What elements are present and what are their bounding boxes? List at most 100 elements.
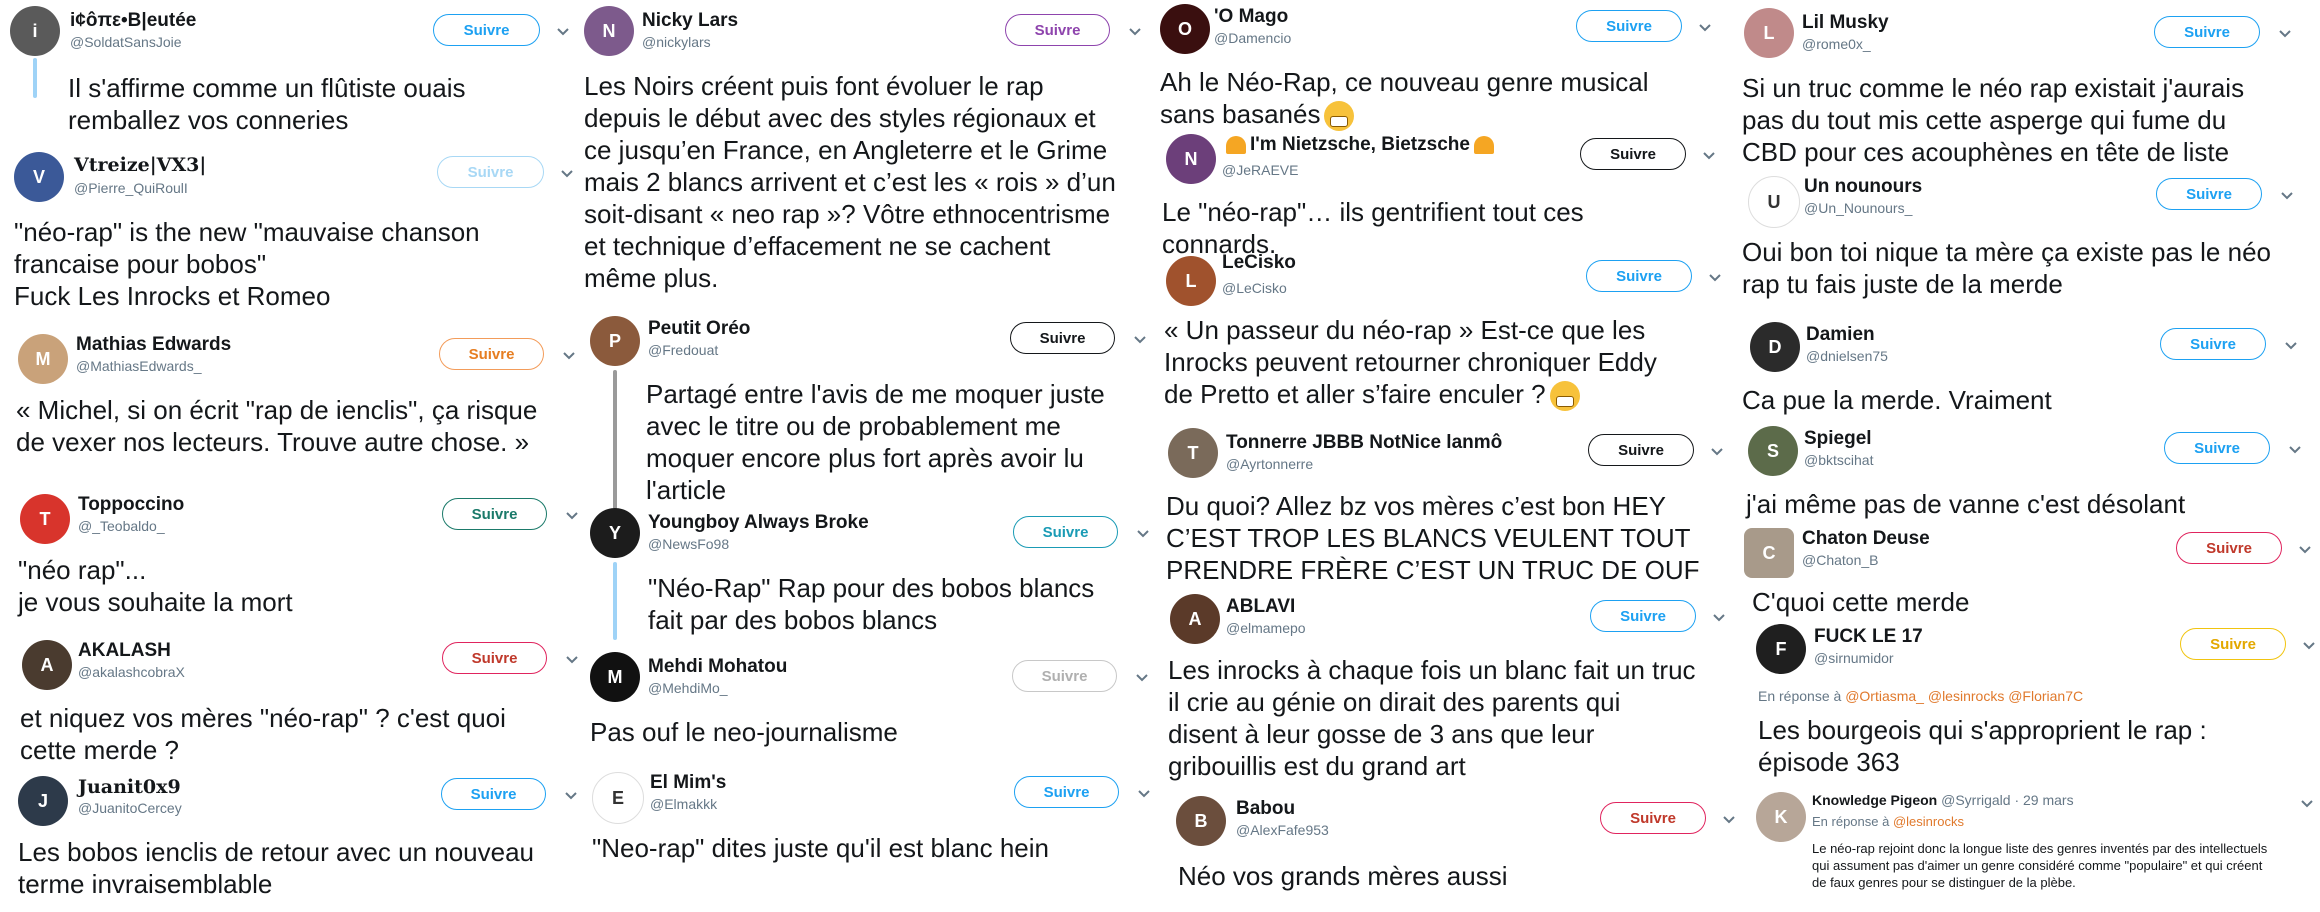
- author-handle[interactable]: @Elmakkk: [650, 796, 717, 812]
- author-name[interactable]: Mehdi Mohatou: [648, 656, 787, 678]
- chevron-down-icon[interactable]: [2298, 794, 2316, 812]
- chevron-down-icon[interactable]: [2286, 440, 2304, 458]
- follow-button[interactable]: Suivre: [2160, 328, 2266, 360]
- author-name[interactable]: El Mim's: [650, 772, 726, 794]
- author-handle[interactable]: @Un_Nounours_: [1804, 200, 1912, 216]
- author-name[interactable]: Toppoccino: [78, 494, 184, 516]
- follow-button[interactable]: Suivre: [1005, 14, 1110, 46]
- chevron-down-icon[interactable]: [562, 786, 580, 804]
- follow-button[interactable]: Suivre: [1014, 776, 1119, 808]
- author-name[interactable]: Babou: [1236, 798, 1295, 820]
- avatar[interactable]: S: [1748, 426, 1798, 476]
- follow-button[interactable]: Suivre: [2156, 178, 2262, 210]
- follow-button[interactable]: Suivre: [2180, 628, 2286, 660]
- author-handle[interactable]: @LeCisko: [1222, 280, 1287, 296]
- follow-button[interactable]: Suivre: [1580, 138, 1686, 170]
- follow-button[interactable]: Suivre: [1600, 802, 1706, 834]
- follow-button[interactable]: Suivre: [1586, 260, 1692, 292]
- chevron-down-icon[interactable]: [2278, 186, 2296, 204]
- author-handle[interactable]: @MathiasEdwards_: [76, 358, 202, 374]
- author-name[interactable]: Un nounours: [1804, 176, 1922, 198]
- author-name[interactable]: Vtreize|VX3|: [74, 154, 206, 176]
- author-name[interactable]: Peutit Oréo: [648, 318, 750, 340]
- chevron-down-icon[interactable]: [1133, 668, 1151, 686]
- author-handle[interactable]: @AlexFafe953: [1236, 822, 1329, 838]
- author-handle[interactable]: @_Teobaldo_: [78, 518, 165, 534]
- author-name[interactable]: ABLAVI: [1226, 596, 1295, 618]
- chevron-down-icon[interactable]: [2300, 636, 2318, 654]
- author-name[interactable]: Youngboy Always Broke: [648, 512, 869, 534]
- chevron-down-icon[interactable]: [558, 164, 576, 182]
- author-name[interactable]: Lil Musky: [1802, 12, 1889, 34]
- author-line[interactable]: Knowledge Pigeon @Syrrigald · 29 mars: [1812, 792, 2074, 808]
- avatar[interactable]: B: [1176, 796, 1226, 846]
- reply-mentions[interactable]: @lesinrocks: [1893, 814, 1964, 829]
- author-name[interactable]: 'O Mago: [1214, 6, 1288, 28]
- chevron-down-icon[interactable]: [1710, 608, 1728, 626]
- follow-button[interactable]: Suivre: [1576, 10, 1682, 42]
- avatar[interactable]: A: [1170, 594, 1220, 644]
- chevron-down-icon[interactable]: [2296, 540, 2314, 558]
- avatar[interactable]: T: [20, 494, 70, 544]
- author-name[interactable]: Damien: [1806, 324, 1875, 346]
- author-name[interactable]: Nicky Lars: [642, 10, 738, 32]
- author-handle[interactable]: @rome0x_: [1802, 36, 1871, 52]
- avatar[interactable]: V: [14, 152, 64, 202]
- chevron-down-icon[interactable]: [1126, 22, 1144, 40]
- follow-button[interactable]: Suivre: [1588, 434, 1694, 466]
- chevron-down-icon[interactable]: [1134, 524, 1152, 542]
- avatar[interactable]: K: [1756, 792, 1806, 842]
- avatar[interactable]: Y: [590, 508, 640, 558]
- follow-button[interactable]: Suivre: [439, 338, 544, 370]
- chevron-down-icon[interactable]: [2276, 24, 2294, 42]
- author-name[interactable]: Spiegel: [1804, 428, 1872, 450]
- avatar[interactable]: P: [590, 316, 640, 366]
- avatar[interactable]: U: [1748, 176, 1800, 228]
- chevron-down-icon[interactable]: [560, 346, 578, 364]
- author-name[interactable]: Chaton Deuse: [1802, 528, 1930, 550]
- author-handle[interactable]: @Fredouat: [648, 342, 718, 358]
- avatar[interactable]: L: [1744, 8, 1794, 58]
- chevron-down-icon[interactable]: [1696, 18, 1714, 36]
- author-handle[interactable]: @JeRAEVE: [1222, 162, 1298, 178]
- follow-button[interactable]: Suivre: [1013, 516, 1118, 548]
- follow-button[interactable]: Suivre: [437, 156, 544, 188]
- avatar[interactable]: D: [1750, 322, 1800, 372]
- author-handle[interactable]: @Pierre_QuiRoulI: [74, 180, 188, 196]
- author-name[interactable]: i¢ôπε•B|eutée: [70, 10, 196, 32]
- author-handle[interactable]: @SoldatSansJoie: [70, 34, 182, 50]
- author-handle[interactable]: @bktscihat: [1804, 452, 1873, 468]
- follow-button[interactable]: Suivre: [442, 498, 547, 530]
- author-name[interactable]: FUCK LE 17: [1814, 626, 1923, 648]
- chevron-down-icon[interactable]: [1131, 330, 1149, 348]
- author-handle[interactable]: @Chaton_B: [1802, 552, 1878, 568]
- follow-button[interactable]: Suivre: [441, 778, 546, 810]
- avatar[interactable]: F: [1756, 624, 1806, 674]
- author-name[interactable]: Tonnerre JBBB NotNice lanmô: [1226, 432, 1502, 454]
- reply-mentions[interactable]: @Ortiasma_ @lesinrocks @Florian7C: [1845, 688, 2083, 704]
- chevron-down-icon[interactable]: [1700, 146, 1718, 164]
- follow-button[interactable]: Suivre: [2154, 16, 2260, 48]
- chevron-down-icon[interactable]: [1135, 784, 1153, 802]
- avatar[interactable]: C: [1744, 528, 1794, 578]
- author-handle[interactable]: @elmamepo: [1226, 620, 1306, 636]
- author-name[interactable]: LeCisko: [1222, 252, 1296, 274]
- author-name[interactable]: I'm Nietzsche, Bietzsche: [1222, 134, 1498, 156]
- avatar[interactable]: i: [10, 6, 60, 56]
- author-handle[interactable]: @dnielsen75: [1806, 348, 1888, 364]
- author-handle[interactable]: @akalashcobraX: [78, 664, 185, 680]
- author-handle[interactable]: @MehdiMo_: [648, 680, 728, 696]
- author-handle[interactable]: @sirnumidor: [1814, 650, 1894, 666]
- follow-button[interactable]: Suivre: [2176, 532, 2282, 564]
- chevron-down-icon[interactable]: [1720, 810, 1738, 828]
- avatar[interactable]: L: [1166, 256, 1216, 306]
- follow-button[interactable]: Suivre: [1590, 600, 1696, 632]
- author-name[interactable]: Juanit0x9: [78, 776, 181, 798]
- author-handle[interactable]: @Damencio: [1214, 30, 1291, 46]
- author-handle[interactable]: @JuanitoCercey: [78, 800, 182, 816]
- avatar[interactable]: E: [592, 772, 644, 824]
- chevron-down-icon[interactable]: [563, 506, 581, 524]
- avatar[interactable]: M: [590, 652, 640, 702]
- chevron-down-icon[interactable]: [2282, 336, 2300, 354]
- chevron-down-icon[interactable]: [1706, 268, 1724, 286]
